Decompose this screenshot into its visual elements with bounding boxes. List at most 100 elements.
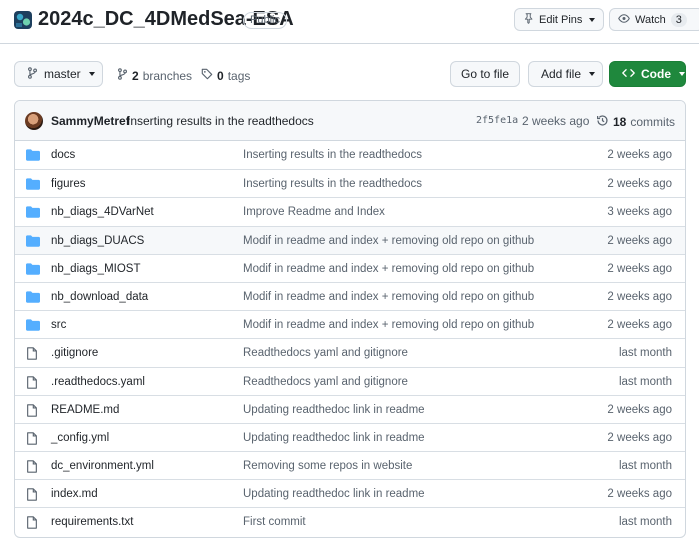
- table-row[interactable]: index.md Updating readthedoc link in read…: [15, 479, 685, 507]
- go-to-file-button[interactable]: Go to file: [450, 61, 520, 87]
- file-commit-message-link[interactable]: Updating readthedoc link in readme: [243, 488, 425, 500]
- chevron-down-icon: [589, 17, 596, 22]
- avatar[interactable]: [25, 112, 43, 130]
- file-commit-message-link[interactable]: Readthedocs yaml and gitignore: [243, 347, 408, 359]
- file-commit-message-link[interactable]: Improve Readme and Index: [243, 206, 385, 218]
- eye-icon: [618, 13, 630, 27]
- file-icon: [26, 516, 40, 530]
- file-icon: [26, 460, 40, 473]
- chevron-down-icon: [679, 72, 685, 76]
- file-name-link[interactable]: .readthedocs.yaml: [51, 376, 145, 388]
- file-commit-time: 2 weeks ago: [607, 431, 672, 444]
- table-row[interactable]: docs Inserting results in the readthedocs…: [15, 141, 685, 169]
- file-commit-time: 2 weeks ago: [607, 290, 672, 303]
- table-row[interactable]: nb_diags_MIOST Modif in readme and index …: [15, 253, 685, 282]
- folder-icon: [26, 206, 40, 219]
- code-icon: [622, 67, 635, 81]
- table-row[interactable]: src Modif in readme and index + removing …: [15, 310, 685, 338]
- table-row[interactable]: nb_download_data Modif in readme and inde…: [15, 281, 685, 310]
- file-commit-time: 3 weeks ago: [607, 206, 672, 219]
- commit-count-label: commits: [630, 115, 676, 129]
- table-row[interactable]: requirements.txt First commit last month: [15, 507, 685, 535]
- file-commit-time: 2 weeks ago: [607, 178, 672, 191]
- file-name-link[interactable]: nb_download_data: [51, 291, 148, 303]
- repo-avatar: [14, 11, 32, 29]
- git-branch-icon: [27, 66, 38, 82]
- watch-button[interactable]: Watch 3: [609, 8, 699, 31]
- folder-icon: [26, 234, 40, 247]
- visibility-badge: Public: [243, 12, 287, 29]
- add-file-button[interactable]: Add file: [528, 61, 603, 87]
- watch-count: 3: [670, 12, 687, 27]
- file-name-link[interactable]: _config.yml: [51, 432, 109, 444]
- file-commit-time: 2 weeks ago: [607, 403, 672, 416]
- tags-label: tags: [227, 68, 251, 83]
- file-commit-message-link[interactable]: Updating readthedoc link in readme: [243, 432, 425, 444]
- git-branch-icon: [117, 68, 128, 83]
- table-row[interactable]: .readthedocs.yaml Readthedocs yaml and gi…: [15, 366, 685, 395]
- table-row[interactable]: figures Inserting results in the readthed…: [15, 169, 685, 197]
- add-file-label: Add file: [541, 67, 582, 81]
- edit-pins-label: Edit Pins: [539, 13, 583, 26]
- branch-select-button[interactable]: master: [14, 61, 103, 87]
- code-label: Code: [641, 67, 671, 81]
- table-row[interactable]: dc_environment.yml Removing some repos in…: [15, 451, 685, 479]
- file-icon: [26, 347, 40, 361]
- file-icon: [26, 403, 40, 417]
- table-row[interactable]: nb_diags_DUACS Modif in readme and index …: [15, 225, 685, 254]
- file-name-link[interactable]: README.md: [51, 404, 119, 416]
- commit-message[interactable]: Inserting results in the readthedocs: [127, 114, 314, 128]
- branches-label: branches: [142, 68, 193, 83]
- file-name-link[interactable]: nb_diags_DUACS: [51, 235, 144, 247]
- file-commit-message-link[interactable]: First commit: [243, 516, 306, 528]
- file-commit-message-link[interactable]: Modif in readme and index + removing old…: [243, 263, 534, 275]
- file-name-link[interactable]: nb_diags_MIOST: [51, 263, 141, 275]
- table-row[interactable]: README.md Updating readthedoc link in rea…: [15, 394, 685, 423]
- go-to-file-label: Go to file: [460, 67, 510, 81]
- file-icon: [26, 488, 40, 501]
- file-commit-message-link[interactable]: Readthedocs yaml and gitignore: [243, 376, 408, 388]
- table-row[interactable]: nb_diags_4DVarNet Improve Readme and Inde…: [15, 197, 685, 225]
- file-commit-time: last month: [618, 516, 672, 529]
- file-commit-time: 2 weeks ago: [607, 234, 672, 247]
- file-name-link[interactable]: src: [51, 319, 66, 331]
- file-icon: [26, 375, 40, 389]
- table-row[interactable]: _config.yml Updating readthedoc link in r…: [15, 422, 685, 451]
- file-rows: docs Inserting results in the readthedocs…: [15, 141, 685, 536]
- commits-link[interactable]: 18 commits: [596, 114, 675, 130]
- branches-link[interactable]: 2 branches: [117, 68, 192, 83]
- file-commit-message-link[interactable]: Inserting results in the readthedocs: [243, 178, 422, 190]
- file-commit-message-link[interactable]: Inserting results in the readthedocs: [243, 149, 422, 161]
- table-row[interactable]: .gitignore Readthedocs yaml and gitignore…: [15, 338, 685, 366]
- file-name-link[interactable]: dc_environment.yml: [51, 460, 154, 472]
- branches-count: 2: [132, 68, 139, 83]
- file-name-link[interactable]: index.md: [51, 488, 98, 500]
- file-commit-time: 2 weeks ago: [607, 149, 672, 161]
- file-name-link[interactable]: figures: [51, 178, 86, 190]
- file-commit-message-link[interactable]: Updating readthedoc link in readme: [243, 404, 425, 416]
- file-name-link[interactable]: .gitignore: [51, 347, 98, 359]
- file-commit-message-link[interactable]: Modif in readme and index + removing old…: [243, 235, 534, 247]
- chevron-down-icon: [589, 72, 596, 76]
- file-name-link[interactable]: nb_diags_4DVarNet: [51, 206, 154, 218]
- folder-icon: [26, 319, 40, 331]
- code-button[interactable]: Code: [609, 61, 686, 87]
- edit-pins-button[interactable]: Edit Pins: [514, 8, 605, 31]
- file-icon: [26, 432, 40, 445]
- file-commit-time: 2 weeks ago: [607, 488, 672, 501]
- commit-time: 2 weeks ago: [522, 114, 590, 128]
- history-icon: [596, 114, 609, 130]
- latest-commit-bar: SammyMetref Inserting results in the rea…: [15, 101, 685, 141]
- tags-link[interactable]: 0 tags: [201, 68, 250, 83]
- file-listing: SammyMetref Inserting results in the rea…: [14, 100, 686, 538]
- watch-label: Watch: [635, 13, 666, 26]
- file-name-link[interactable]: requirements.txt: [51, 516, 133, 528]
- commit-author[interactable]: SammyMetref: [51, 114, 130, 128]
- commit-sha[interactable]: 2f5fe1a: [476, 115, 518, 126]
- file-commit-message-link[interactable]: Modif in readme and index + removing old…: [243, 319, 534, 331]
- folder-icon: [26, 263, 40, 275]
- repo-header: 2024c_DC_4DMedSea-ESA Public Edit Pins W…: [0, 0, 699, 44]
- file-name-link[interactable]: docs: [51, 149, 75, 161]
- file-commit-message-link[interactable]: Modif in readme and index + removing old…: [243, 291, 534, 303]
- file-commit-message-link[interactable]: Removing some repos in website: [243, 460, 412, 472]
